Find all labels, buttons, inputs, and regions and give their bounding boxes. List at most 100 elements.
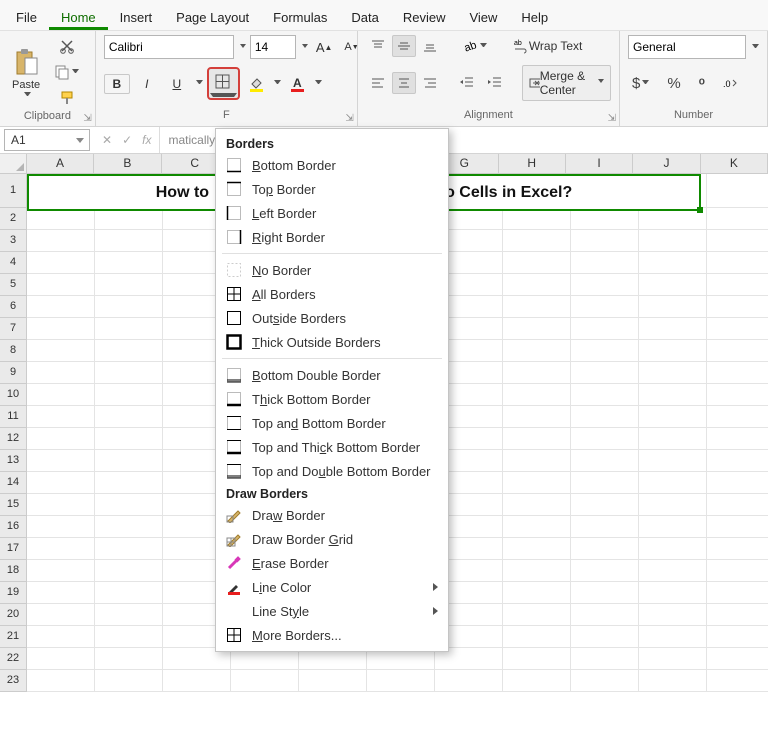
- cell[interactable]: [571, 428, 639, 450]
- cell[interactable]: [95, 516, 163, 538]
- cell[interactable]: [27, 384, 95, 406]
- tab-view[interactable]: View: [457, 4, 509, 30]
- cancel-formula-icon[interactable]: ✕: [102, 133, 112, 147]
- cell[interactable]: [571, 384, 639, 406]
- cell[interactable]: [503, 450, 571, 472]
- row-header-5[interactable]: 5: [0, 274, 27, 296]
- cell[interactable]: [503, 318, 571, 340]
- underline-button[interactable]: U: [164, 74, 190, 94]
- cell[interactable]: [503, 560, 571, 582]
- menu-item[interactable]: Erase Border: [216, 551, 448, 575]
- cell[interactable]: [95, 604, 163, 626]
- cell[interactable]: [639, 428, 707, 450]
- menu-item[interactable]: Thick Bottom Border: [216, 387, 448, 411]
- cell[interactable]: [27, 450, 95, 472]
- cell[interactable]: [639, 604, 707, 626]
- row-header-11[interactable]: 11: [0, 406, 27, 428]
- select-all-corner[interactable]: [0, 154, 27, 174]
- tab-insert[interactable]: Insert: [108, 4, 165, 30]
- cell[interactable]: [503, 604, 571, 626]
- cell[interactable]: [503, 230, 571, 252]
- tab-review[interactable]: Review: [391, 4, 458, 30]
- increase-decimal-button[interactable]: .0: [719, 74, 743, 94]
- percent-format-button[interactable]: %: [663, 72, 684, 95]
- cell[interactable]: [95, 494, 163, 516]
- col-header-B[interactable]: B: [94, 154, 161, 174]
- tab-data[interactable]: Data: [339, 4, 390, 30]
- cell[interactable]: [707, 494, 768, 516]
- menu-item[interactable]: More Borders...: [216, 623, 448, 647]
- cell[interactable]: [27, 472, 95, 494]
- cell[interactable]: [707, 626, 768, 648]
- cell[interactable]: [639, 450, 707, 472]
- cell[interactable]: [707, 208, 768, 230]
- borders-button[interactable]: [207, 67, 240, 100]
- cell[interactable]: [503, 648, 571, 670]
- row-header-14[interactable]: 14: [0, 472, 27, 494]
- cell[interactable]: [27, 538, 95, 560]
- fx-icon[interactable]: fx: [142, 133, 151, 147]
- row-header-6[interactable]: 6: [0, 296, 27, 318]
- tab-help[interactable]: Help: [509, 4, 560, 30]
- cell[interactable]: [27, 340, 95, 362]
- row-header-20[interactable]: 20: [0, 604, 27, 626]
- cell[interactable]: [95, 648, 163, 670]
- cell[interactable]: [571, 494, 639, 516]
- cell[interactable]: [27, 560, 95, 582]
- cell[interactable]: [571, 560, 639, 582]
- cell[interactable]: [95, 362, 163, 384]
- cell[interactable]: [571, 252, 639, 274]
- align-left-button[interactable]: [366, 72, 390, 94]
- cell[interactable]: [367, 670, 435, 692]
- cell[interactable]: [571, 362, 639, 384]
- cell[interactable]: [27, 362, 95, 384]
- cell[interactable]: [707, 340, 768, 362]
- cut-button[interactable]: [50, 35, 83, 57]
- menu-item[interactable]: Top and Double Bottom Border: [216, 459, 448, 483]
- menu-item[interactable]: Line Color: [216, 575, 448, 599]
- menu-item[interactable]: Outside Borders: [216, 306, 448, 330]
- row-header-22[interactable]: 22: [0, 648, 27, 670]
- row-header-3[interactable]: 3: [0, 230, 27, 252]
- cell[interactable]: [163, 670, 231, 692]
- comma-format-button[interactable]: ᵒ: [695, 72, 709, 95]
- col-header-A[interactable]: A: [27, 154, 94, 174]
- cell[interactable]: [27, 428, 95, 450]
- cell[interactable]: [27, 516, 95, 538]
- cell[interactable]: [639, 538, 707, 560]
- cell[interactable]: [639, 516, 707, 538]
- cell[interactable]: [95, 406, 163, 428]
- cell[interactable]: [639, 670, 707, 692]
- row-header-16[interactable]: 16: [0, 516, 27, 538]
- row-header-13[interactable]: 13: [0, 450, 27, 472]
- cell[interactable]: [571, 648, 639, 670]
- cell[interactable]: [571, 472, 639, 494]
- cell[interactable]: [639, 384, 707, 406]
- row-header-12[interactable]: 12: [0, 428, 27, 450]
- cell[interactable]: [571, 230, 639, 252]
- cell[interactable]: [707, 538, 768, 560]
- cell[interactable]: [639, 296, 707, 318]
- cell[interactable]: [299, 670, 367, 692]
- cell[interactable]: [707, 582, 768, 604]
- cell[interactable]: [95, 472, 163, 494]
- col-header-I[interactable]: I: [566, 154, 633, 174]
- cell[interactable]: [707, 648, 768, 670]
- clipboard-dialog-launcher[interactable]: ⇲: [83, 113, 91, 124]
- menu-item[interactable]: Bottom Border: [216, 153, 448, 177]
- menu-item[interactable]: Draw Border: [216, 503, 448, 527]
- merge-center-button[interactable]: Merge & Center: [522, 65, 611, 101]
- cell[interactable]: [571, 208, 639, 230]
- cell[interactable]: [435, 670, 503, 692]
- cell[interactable]: [639, 472, 707, 494]
- font-size-combo[interactable]: [250, 35, 296, 59]
- tab-file[interactable]: File: [4, 4, 49, 30]
- menu-item[interactable]: Right Border: [216, 225, 448, 249]
- cell[interactable]: [27, 582, 95, 604]
- cell[interactable]: [503, 472, 571, 494]
- cell[interactable]: [231, 670, 299, 692]
- menu-item[interactable]: Bottom Double Border: [216, 363, 448, 387]
- cell[interactable]: [27, 494, 95, 516]
- increase-indent-button[interactable]: [483, 72, 507, 94]
- row-header-19[interactable]: 19: [0, 582, 27, 604]
